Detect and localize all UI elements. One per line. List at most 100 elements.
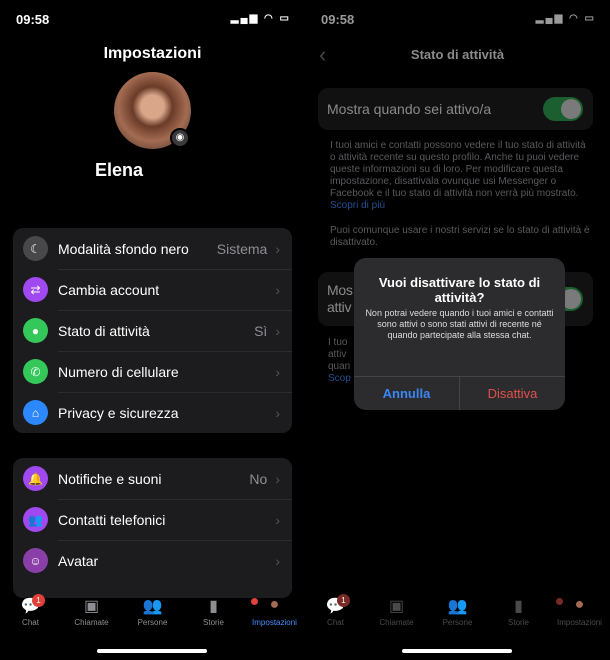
signal-wifi-battery-icon: ▂▄▆ ◠ ▭ — [535, 13, 596, 24]
footer-text-2: Puoi comunque usare i nostri servizi se … — [330, 225, 590, 248]
chevron-right-icon: › — [275, 552, 280, 569]
tab-persone[interactable]: 👥 Persone — [122, 596, 183, 636]
chevron-right-icon: › — [275, 404, 280, 421]
chevron-right-icon: › — [275, 322, 280, 339]
bell-icon: 🔔 — [23, 466, 48, 491]
show-active-row[interactable]: Mostra quando sei attivo/a — [318, 88, 593, 130]
home-shield-icon: ⌂ — [23, 400, 48, 425]
settings-item-value: Sì — [254, 322, 268, 339]
settings-item-contacts[interactable]: 👥 Contatti telefonici › — [13, 499, 292, 540]
settings-item-bell[interactable]: 🔔 Notifiche e suoni No › — [13, 458, 292, 499]
stories-icon: ▮ — [209, 598, 218, 615]
settings-screen: 09:58 ▂▄▆ ◠ ▭ Impostazioni ◉ Elena ☾ Mod… — [0, 0, 305, 660]
show-active-label: Mostra quando sei attivo/a — [327, 101, 492, 117]
chat-icon: 💬 — [325, 598, 346, 615]
profile-icon: ● — [574, 596, 585, 613]
chat-icon: 💬 — [20, 598, 41, 615]
avatar-icon: ☺ — [23, 548, 48, 573]
show-active-toggle[interactable] — [543, 97, 583, 121]
settings-item-active-status[interactable]: ● Stato di attività Sì › — [13, 310, 292, 351]
switch-account-icon: ⇄ — [23, 277, 48, 302]
chevron-right-icon: › — [275, 470, 280, 487]
cancel-button[interactable]: Annulla — [354, 377, 459, 410]
tab-chiamate[interactable]: ▣ Chiamate — [61, 596, 122, 636]
settings-item-switch-account[interactable]: ⇄ Cambia account › — [13, 269, 292, 310]
status-bar: 09:58 ▂▄▆ ◠ ▭ — [305, 10, 610, 28]
settings-item-value: No — [249, 470, 268, 487]
profile-name: Elena — [95, 160, 144, 180]
tab-storie[interactable]: ▮ Storie — [183, 596, 258, 636]
settings-item-label: Modalità sfondo nero — [58, 240, 189, 257]
clock: 09:58 — [16, 12, 50, 27]
chevron-right-icon: › — [275, 511, 280, 528]
tab-chat[interactable]: 💬 1 Chat — [305, 594, 366, 636]
settings-item-label: Avatar — [58, 552, 99, 569]
status-bar: 09:58 ▂▄▆ ◠ ▭ — [0, 10, 305, 28]
settings-group-2: 🔔 Notifiche e suoni No › 👥 Contatti telef… — [13, 458, 292, 598]
unread-badge: 1 — [337, 594, 350, 607]
dialog-message: Non potrai vedere quando i tuoi amici e … — [365, 308, 554, 340]
tab-storie[interactable]: ▮ Storie — [488, 596, 563, 636]
signal-wifi-battery-icon: ▂▄▆ ◠ ▭ — [230, 13, 291, 24]
tab-label: Persone — [442, 618, 473, 627]
profile-icon: ● — [269, 596, 280, 613]
tab-label: Impostazioni — [557, 618, 602, 627]
people-icon: 👥 — [447, 598, 468, 615]
dialog-title: Vuoi disattivare lo stato di attività? — [378, 275, 541, 305]
video-icon: ▣ — [83, 598, 100, 615]
tab-chat[interactable]: 💬 1 Chat — [0, 594, 61, 636]
stories-icon: ▮ — [514, 598, 523, 615]
tab-label: Chiamate — [74, 618, 109, 627]
active-status-icon: ● — [23, 318, 48, 343]
settings-group-1: ☾ Modalità sfondo nero Sistema › ⇄ Cambia… — [13, 228, 292, 433]
tab-label: Persone — [137, 618, 168, 627]
chevron-right-icon: › — [275, 281, 280, 298]
tab-bar: 💬 1 Chat ▣ Chiamate 👥 Persone ▮ Storie ● Impostazi… — [0, 594, 305, 636]
home-indicator — [97, 649, 207, 653]
learn-more-link[interactable]: Scopri di più — [330, 200, 385, 211]
page-title: Impostazioni — [103, 45, 202, 62]
video-icon: ▣ — [388, 598, 405, 615]
tab-bar: 💬 1 Chat ▣ Chiamate 👥 Persone ▮ Storie ● Impostazi… — [305, 594, 610, 636]
people-icon: 👥 — [142, 598, 163, 615]
settings-item-phone[interactable]: ✆ Numero di cellulare › — [13, 351, 292, 392]
settings-item-moon[interactable]: ☾ Modalità sfondo nero Sistema › — [13, 228, 292, 269]
settings-item-label: Privacy e sicurezza — [58, 404, 179, 421]
settings-item-home-shield[interactable]: ⌂ Privacy e sicurezza › — [13, 392, 292, 433]
tab-label: Chiamate — [379, 618, 414, 627]
tab-persone[interactable]: 👥 Persone — [427, 596, 488, 636]
tab-label: Storie — [508, 618, 529, 627]
settings-item-avatar[interactable]: ☺ Avatar › — [13, 540, 292, 581]
deactivate-button[interactable]: Disattiva — [459, 377, 565, 410]
settings-item-label: Numero di cellulare — [58, 363, 179, 380]
moon-icon: ☾ — [23, 236, 48, 261]
home-indicator — [402, 649, 512, 653]
page-title: Stato di attività — [410, 47, 505, 62]
footer-3-link[interactable]: Scop — [328, 373, 351, 384]
chevron-right-icon: › — [275, 363, 280, 380]
phone-icon: ✆ — [23, 359, 48, 384]
tab-impostazioni[interactable]: ● Impostazioni — [244, 596, 305, 636]
tab-label: Chat — [22, 618, 39, 627]
contacts-icon: 👥 — [23, 507, 48, 532]
camera-icon[interactable]: ◉ — [170, 128, 190, 148]
settings-item-label: Contatti telefonici — [58, 511, 166, 528]
deactivate-dialog: Vuoi disattivare lo stato di attività? N… — [354, 258, 565, 410]
tab-label: Chat — [327, 618, 344, 627]
footer-text-1: I tuoi amici e contatti possono vedere i… — [330, 140, 590, 212]
settings-item-label: Cambia account — [58, 281, 160, 298]
activity-status-screen: 09:58 ▂▄▆ ◠ ▭ ‹ Stato di attività Mostra… — [305, 0, 610, 660]
tab-chiamate[interactable]: ▣ Chiamate — [366, 596, 427, 636]
chevron-right-icon: › — [275, 240, 280, 257]
unread-badge: 1 — [32, 594, 45, 607]
footer-text-3-body: I tuo attiv quan — [328, 337, 351, 372]
second-row-label: Mos attiv — [327, 282, 353, 315]
settings-item-label: Stato di attività — [58, 322, 150, 339]
footer-text-1-body: I tuoi amici e contatti possono vedere i… — [330, 140, 586, 199]
settings-item-value: Sistema — [216, 240, 268, 257]
clock: 09:58 — [321, 12, 355, 27]
tab-label: Storie — [203, 618, 224, 627]
tab-label: Impostazioni — [252, 618, 297, 627]
tab-impostazioni[interactable]: ● Impostazioni — [549, 596, 610, 636]
footer-text-3: I tuo attiv quan Scop — [328, 337, 352, 385]
